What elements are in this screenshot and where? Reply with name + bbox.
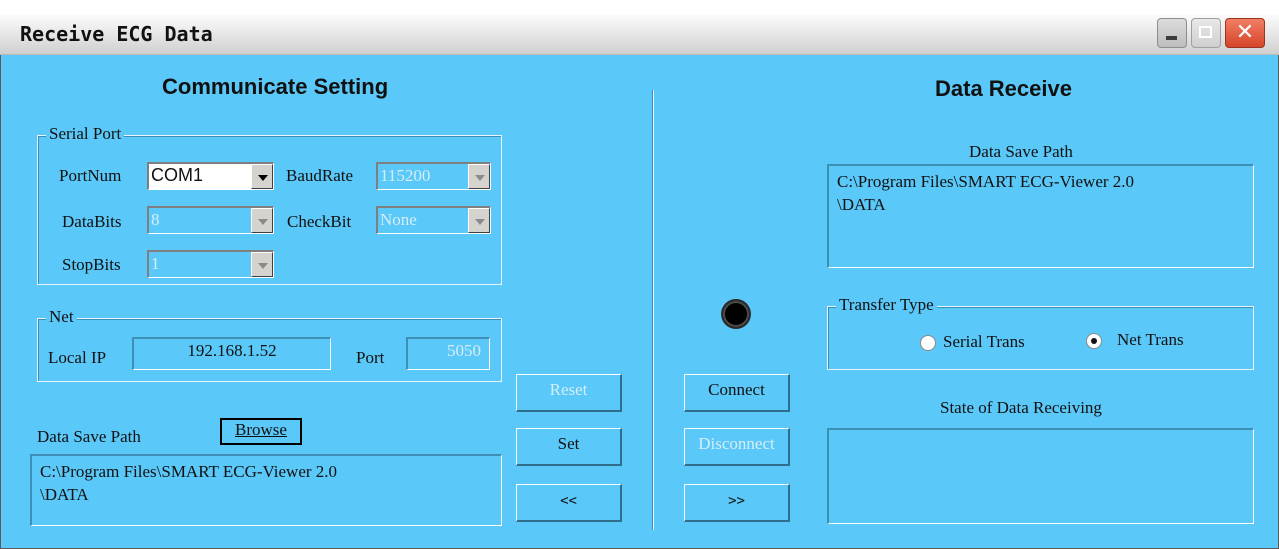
close-icon[interactable]: ✕ [1225,18,1265,48]
vertical-separator [652,90,653,530]
minimize-icon[interactable] [1157,18,1187,48]
chevron-down-icon[interactable] [251,208,273,233]
databits-value: 8 [151,210,160,229]
maximize-icon[interactable] [1191,18,1221,48]
port-field[interactable]: 5050 [406,337,490,370]
reset-button[interactable]: Reset [516,374,622,412]
receive-save-path-label: Data Save Path [969,142,1073,161]
checkbit-label: CheckBit [287,212,352,231]
net-trans-label: Net Trans [1117,330,1184,349]
set-button[interactable]: Set [516,428,622,466]
portnum-value: COM1 [151,165,204,185]
chevron-down-icon[interactable] [251,164,273,189]
transfer-type-label: Transfer Type [836,295,937,315]
checkbit-select[interactable]: None [376,206,491,234]
state-label: State of Data Receiving [940,398,1102,417]
stopbits-select[interactable]: 1 [147,250,274,278]
net-label: Net [46,307,77,327]
set-button-label: Set [557,434,580,453]
forward-button-label: >> [728,493,745,509]
connect-button-label: Connect [708,380,765,399]
portnum-select[interactable]: COM1 [147,162,274,190]
save-path-line1: C:\Program Files\SMART ECG-Viewer 2.0 [40,462,338,481]
back-button[interactable]: << [516,484,622,522]
window-title: Receive ECG Data [20,22,213,46]
databits-label: DataBits [62,212,122,231]
receive-save-path-field[interactable]: C:\Program Files\SMART ECG-Viewer 2.0 \D… [827,164,1254,268]
net-trans-radio[interactable] [1086,333,1102,349]
local-ip-field[interactable]: 192.168.1.52 [132,337,331,370]
chevron-down-icon[interactable] [468,208,490,233]
data-save-path-label: Data Save Path [37,427,141,446]
receive-save-path-line2: \DATA [837,195,886,214]
stopbits-label: StopBits [62,255,121,274]
local-ip-value: 192.168.1.52 [187,341,277,360]
save-path-text: C:\Program Files\SMART ECG-Viewer 2.0 \D… [40,460,337,506]
browse-button[interactable]: Browse [220,418,302,445]
receive-save-path-text: C:\Program Files\SMART ECG-Viewer 2.0 \D… [837,170,1134,216]
chevron-down-icon[interactable] [468,164,490,189]
disconnect-button[interactable]: Disconnect [684,428,790,466]
databits-select[interactable]: 8 [147,206,274,234]
title-bar[interactable]: Receive ECG Data ✕ [0,15,1279,55]
state-field [827,428,1254,524]
port-value: 5050 [447,341,481,360]
save-path-line2: \DATA [40,485,89,504]
baudrate-value: 115200 [380,166,431,185]
forward-button[interactable]: >> [684,484,790,522]
chevron-down-icon[interactable] [251,252,273,277]
data-receive-heading: Data Receive [935,76,1072,101]
reset-button-label: Reset [549,380,588,399]
receive-save-path-line1: C:\Program Files\SMART ECG-Viewer 2.0 [837,172,1135,191]
portnum-label: PortNum [59,166,122,185]
baudrate-select[interactable]: 115200 [376,162,491,190]
back-button-label: << [560,493,577,509]
browse-button-label: Browse [235,420,287,439]
transfer-type-group: Transfer Type [827,295,1254,370]
serial-port-label: Serial Port [46,124,125,144]
connection-indicator-icon [723,301,749,327]
port-label: Port [356,348,385,367]
checkbit-value: None [380,210,417,229]
save-path-field[interactable]: C:\Program Files\SMART ECG-Viewer 2.0 \D… [30,454,502,526]
communicate-setting-heading: Communicate Setting [162,74,389,99]
stopbits-value: 1 [151,254,160,273]
serial-trans-radio[interactable] [920,335,936,351]
disconnect-button-label: Disconnect [698,434,775,453]
baudrate-label: BaudRate [286,166,354,185]
serial-trans-label: Serial Trans [943,332,1025,351]
local-ip-label: Local IP [48,348,107,367]
connect-button[interactable]: Connect [684,374,790,412]
